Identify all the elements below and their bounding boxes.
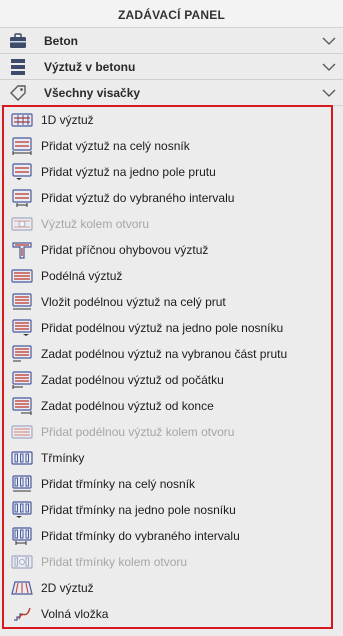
longitudinal-from-end-icon [11, 396, 33, 416]
section-label: Výztuž v betonu [44, 59, 136, 74]
list-item[interactable]: Přidat podélnou výztuž na jedno pole nos… [4, 315, 331, 341]
item-label: Podélná výztuž [41, 269, 123, 283]
item-label: Zadat podélnou výztuž na vybranou část p… [41, 347, 288, 361]
chevron-down-icon[interactable] [321, 85, 337, 101]
chevron-down-icon[interactable] [321, 59, 337, 75]
rebar-2d-icon [11, 578, 33, 598]
stirrups-interval-icon [11, 526, 33, 546]
list-item[interactable]: Přidat třmínky na celý nosník [4, 471, 331, 497]
toolbox-icon [8, 31, 28, 51]
item-label: Přidat podélnou výztuž na jedno pole nos… [41, 321, 284, 335]
list-item[interactable]: Zadat podélnou výztuž od počátku [4, 367, 331, 393]
stirrups-opening-icon [11, 552, 33, 572]
item-label: Přidat třmínky na jedno pole nosníku [41, 503, 236, 517]
tag-icon [8, 83, 28, 103]
item-label: Volná vložka [41, 607, 109, 621]
stack-icon [8, 57, 28, 77]
item-label: Zadat podélnou výztuž od konce [41, 399, 214, 413]
list-item: Přidat podélnou výztuž kolem otvoru [4, 419, 331, 445]
item-label: Přidat příčnou ohybovou výztuž [41, 243, 209, 257]
item-label: 1D výztuž [41, 113, 94, 127]
stirrups-icon [11, 448, 33, 468]
longitudinal-rebar-icon [11, 266, 33, 286]
rebar-one-span-icon [11, 162, 33, 182]
list-item[interactable]: Přidat třmínky na jedno pole nosníku [4, 497, 331, 523]
rebar-tools-list: 1D výztuž Přidat výztuž na celý nosník P… [2, 105, 333, 629]
item-label: Přidat výztuž do vybraného intervalu [41, 191, 235, 205]
item-label: Zadat podélnou výztuž od počátku [41, 373, 224, 387]
item-label: Přidat třmínky do vybraného intervalu [41, 529, 240, 543]
rebar-1d-icon [11, 110, 33, 130]
stirrups-one-span-icon [11, 500, 33, 520]
item-label: Přidat třmínky na celý nosník [41, 477, 196, 491]
item-label: 2D výztuž [41, 581, 94, 595]
transverse-bend-rebar-icon [11, 240, 33, 260]
rebar-whole-beam-icon [11, 136, 33, 156]
longitudinal-opening-icon [11, 422, 33, 442]
item-label: Přidat výztuž na celý nosník [41, 139, 190, 153]
list-item[interactable]: Zadat podélnou výztuž na vybranou část p… [4, 341, 331, 367]
list-item[interactable]: 1D výztuž [4, 107, 331, 133]
list-item[interactable]: Zadat podélnou výztuž od konce [4, 393, 331, 419]
list-item[interactable]: Podélná výztuž [4, 263, 331, 289]
item-label: Výztuž kolem otvoru [41, 217, 150, 231]
longitudinal-part-icon [11, 344, 33, 364]
longitudinal-one-span-icon [11, 318, 33, 338]
item-label: Přidat třmínky kolem otvoru [41, 555, 188, 569]
free-insert-icon [11, 604, 33, 624]
section-label: Všechny visačky [44, 85, 141, 100]
item-label: Přidat výztuž na jedno pole prutu [41, 165, 216, 179]
list-item: Přidat třmínky kolem otvoru [4, 549, 331, 575]
item-label: Přidat podélnou výztuž kolem otvoru [41, 425, 235, 439]
item-label: Vložit podélnou výztuž na celý prut [41, 295, 226, 309]
list-item[interactable]: Přidat výztuž na celý nosník [4, 133, 331, 159]
list-item[interactable]: Přidat třmínky do vybraného intervalu [4, 523, 331, 549]
section-vyztuz-v-betonu[interactable]: Výztuž v betonu [0, 54, 343, 80]
stirrups-whole-beam-icon [11, 474, 33, 494]
chevron-down-icon[interactable] [321, 33, 337, 49]
list-item[interactable]: 2D výztuž [4, 575, 331, 601]
list-item[interactable]: Přidat příčnou ohybovou výztuž [4, 237, 331, 263]
longitudinal-whole-member-icon [11, 292, 33, 312]
list-item[interactable]: Přidat výztuž na jedno pole prutu [4, 159, 331, 185]
section-vsechny-visacky[interactable]: Všechny visačky [0, 80, 343, 106]
list-item[interactable]: Třmínky [4, 445, 331, 471]
list-item: Výztuž kolem otvoru [4, 211, 331, 237]
list-item[interactable]: Vložit podélnou výztuž na celý prut [4, 289, 331, 315]
item-label: Třmínky [41, 451, 85, 465]
list-item[interactable]: Volná vložka [4, 601, 331, 627]
section-beton[interactable]: Beton [0, 28, 343, 54]
panel-title: ZADÁVACÍ PANEL [0, 0, 343, 28]
longitudinal-from-start-icon [11, 370, 33, 390]
rebar-interval-icon [11, 188, 33, 208]
rebar-opening-icon [11, 214, 33, 234]
section-label: Beton [44, 33, 78, 48]
list-item[interactable]: Přidat výztuž do vybraného intervalu [4, 185, 331, 211]
